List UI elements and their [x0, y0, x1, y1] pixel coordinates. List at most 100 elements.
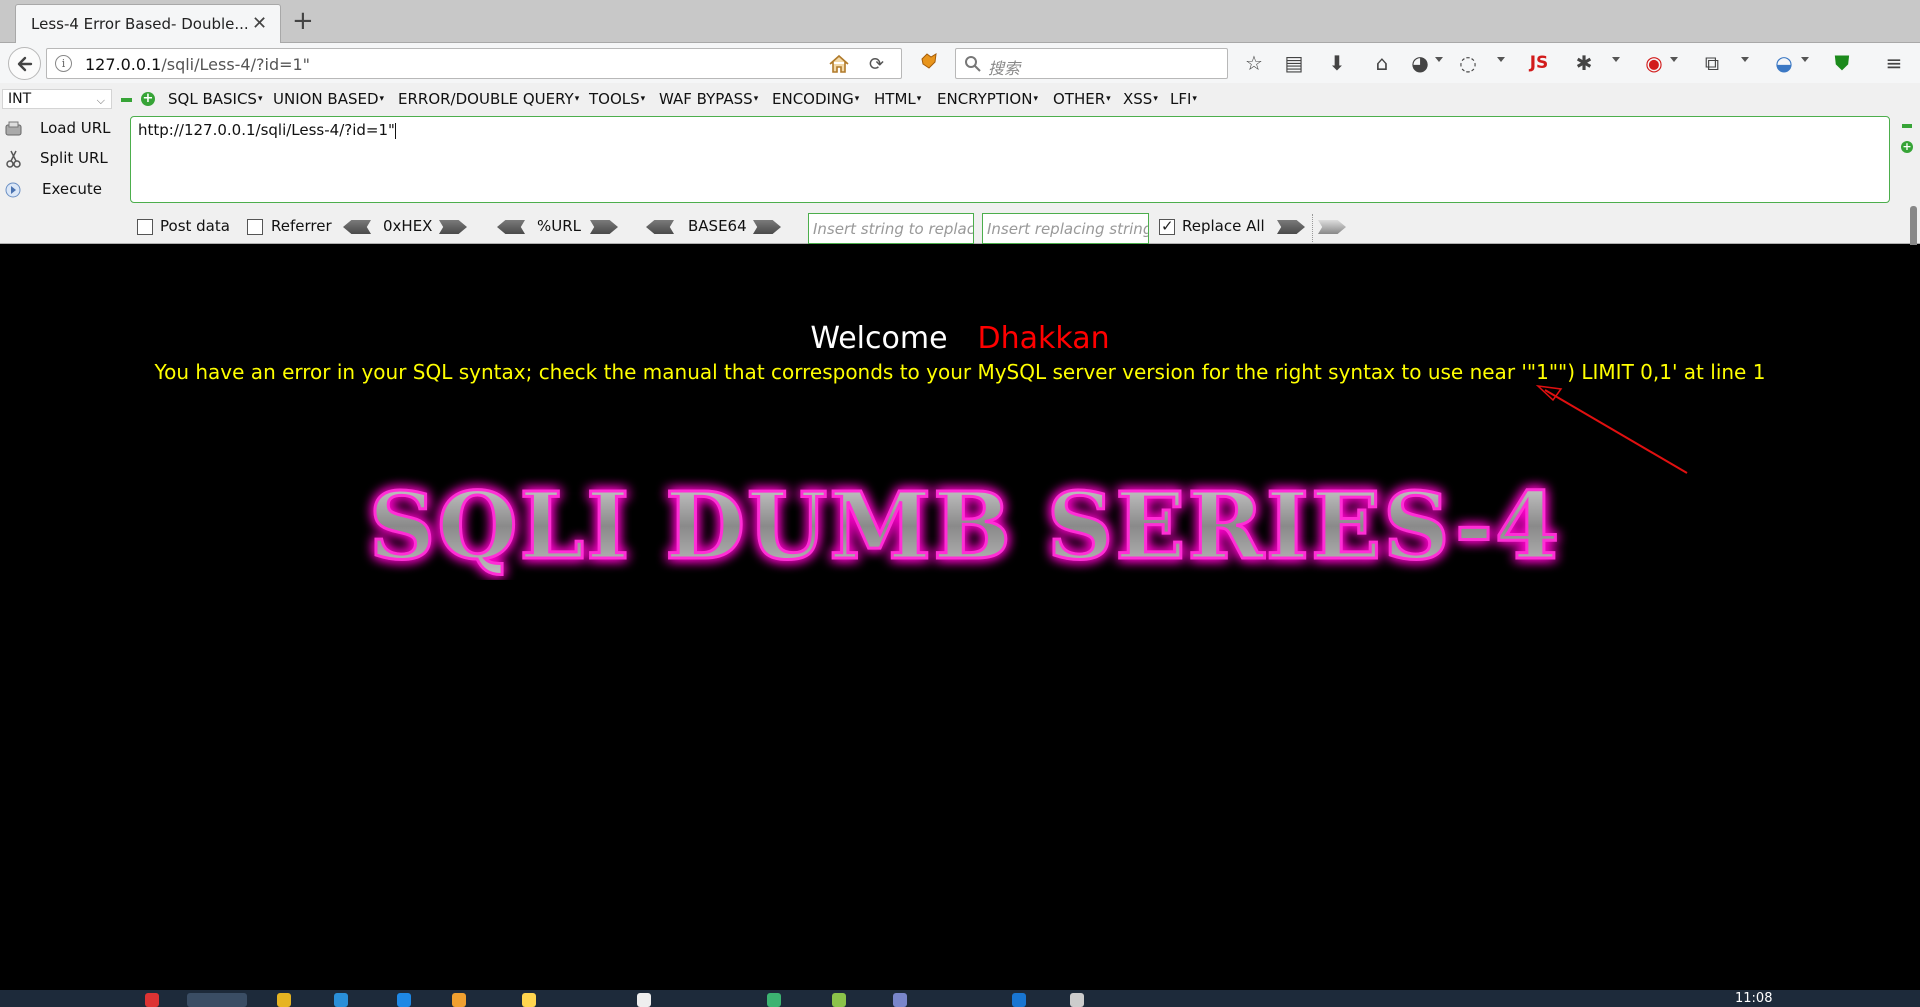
chevron-down-icon[interactable]: [1497, 57, 1505, 62]
store-icon[interactable]: [397, 993, 411, 1007]
chevron-down-icon[interactable]: [1670, 57, 1678, 62]
text-caret: [394, 122, 396, 139]
type-select-value: INT: [8, 91, 32, 107]
menu-union-based[interactable]: UNION BASED: [273, 90, 384, 108]
menu-lfi[interactable]: LFI: [1170, 90, 1197, 108]
split-url-button[interactable]: Split URL: [4, 149, 108, 168]
search-icon: [965, 56, 981, 72]
annotation-arrow-icon: [1535, 384, 1688, 474]
page-content: Welcome Dhakkan You have an error in your…: [0, 245, 1920, 990]
hex-encode-arrow-icon[interactable]: [439, 220, 467, 234]
menu-other[interactable]: OTHER: [1053, 90, 1111, 108]
hackbar-panel: INT ⌵ + SQL BASICS UNION BASED ERROR/DOU…: [0, 83, 1920, 244]
menu-xss[interactable]: XSS: [1123, 90, 1158, 108]
load-url-button[interactable]: Load URL: [4, 119, 111, 138]
firefox-task-icon[interactable]: [187, 993, 247, 1007]
chevron-down-icon[interactable]: [1435, 57, 1443, 62]
increase-icon[interactable]: +: [141, 92, 155, 106]
menu-html[interactable]: HTML: [874, 90, 921, 108]
chevron-down-icon[interactable]: [1801, 57, 1809, 62]
chevron-down-icon: ⌵: [96, 94, 105, 107]
divider: [1312, 214, 1313, 242]
menu-sql-basics[interactable]: SQL BASICS: [168, 90, 262, 108]
hackbar-options-row: Post data Referrer 0xHEX %URL BASE64 Ins…: [0, 212, 1920, 244]
ie-icon[interactable]: [334, 993, 348, 1007]
close-tab-icon[interactable]: ✕: [252, 13, 267, 34]
base64-label: BASE64: [688, 217, 747, 235]
app-icon[interactable]: [893, 993, 907, 1007]
expand-icon[interactable]: +: [1901, 141, 1913, 153]
url-textarea-text: http://127.0.0.1/sqli/Less-4/?id=1": [138, 121, 395, 139]
address-text[interactable]: 127.0.0.1/sqli/Less-4/?id=1": [85, 55, 310, 74]
browser-tab[interactable]: Less-4 Error Based- Double... ✕: [15, 4, 281, 43]
replace-all-checkbox[interactable]: [1159, 217, 1175, 235]
replace-from-input[interactable]: Insert string to replace: [808, 213, 974, 244]
sqli-dumb-series-banner: SQLI DUMB SERIES-4: [367, 471, 1561, 581]
replace-apply-arrow-icon[interactable]: [1277, 220, 1305, 234]
screenshot-icon[interactable]: ⧉: [1698, 49, 1726, 77]
base64-encode-arrow-icon[interactable]: [753, 220, 781, 234]
referrer-checkbox[interactable]: [247, 219, 263, 235]
app-icon[interactable]: [452, 993, 466, 1007]
chevron-down-icon[interactable]: [1741, 57, 1749, 62]
app-icon[interactable]: [1012, 993, 1026, 1007]
menu-encoding[interactable]: ENCODING: [772, 90, 859, 108]
banner-text: SQLI DUMB SERIES-4: [369, 472, 1561, 580]
app-icon[interactable]: [832, 993, 846, 1007]
clock: 11:08: [1735, 991, 1773, 1006]
app-icon[interactable]: [637, 993, 651, 1007]
tab-title: Less-4 Error Based- Double...: [31, 15, 249, 33]
info-icon[interactable]: i: [55, 55, 72, 72]
home-icon[interactable]: ⌂: [1368, 49, 1396, 77]
target-icon[interactable]: ◉: [1640, 49, 1668, 77]
replace-next-arrow-icon[interactable]: [1318, 220, 1346, 234]
app-icon[interactable]: [767, 993, 781, 1007]
url-path: /sqli/Less-4/?id=1": [161, 55, 311, 74]
translate-icon[interactable]: ◒: [1770, 49, 1798, 77]
execute-label: Execute: [42, 180, 102, 198]
hex-decode-arrow-icon[interactable]: [343, 220, 371, 234]
type-select[interactable]: INT ⌵: [2, 89, 112, 109]
play-icon: [5, 182, 21, 197]
js-icon[interactable]: JS: [1525, 49, 1553, 77]
menu-encryption[interactable]: ENCRYPTION: [937, 90, 1038, 108]
home-icon[interactable]: [828, 53, 850, 75]
reload-icon[interactable]: ⟳: [869, 54, 884, 75]
load-url-label: Load URL: [40, 119, 111, 137]
globe-icon[interactable]: ◕: [1406, 49, 1434, 77]
url-encode-label: %URL: [537, 217, 582, 235]
shrink-icon[interactable]: [1902, 124, 1912, 128]
folder-icon[interactable]: [277, 993, 291, 1007]
hex-label: 0xHEX: [383, 217, 433, 235]
url-encode-arrow-icon[interactable]: [590, 220, 618, 234]
menu-error-double-query[interactable]: ERROR/DOUBLE QUERY: [398, 90, 579, 108]
base64-decode-arrow-icon[interactable]: [646, 220, 674, 234]
url-host: 127.0.0.1: [85, 55, 162, 74]
menu-tools[interactable]: TOOLS: [589, 90, 645, 108]
shield-icon[interactable]: ⛊: [1828, 49, 1856, 77]
url-textarea[interactable]: http://127.0.0.1/sqli/Less-4/?id=1": [130, 116, 1890, 203]
chevron-down-icon[interactable]: [1612, 57, 1620, 62]
navigation-toolbar: i 127.0.0.1/sqli/Less-4/?id=1" ⟳ 搜索 ☆ ▤ …: [0, 43, 1920, 83]
back-button[interactable]: [8, 47, 41, 80]
decrease-icon[interactable]: [121, 98, 132, 102]
post-data-checkbox[interactable]: [137, 219, 153, 235]
bug-icon[interactable]: ✱: [1570, 49, 1598, 77]
menu-waf-bypass[interactable]: WAF BYPASS: [659, 90, 758, 108]
url-decode-arrow-icon[interactable]: [497, 220, 525, 234]
app-icon[interactable]: [522, 993, 536, 1007]
palette-icon[interactable]: ◌: [1454, 49, 1482, 77]
new-tab-icon[interactable]: +: [292, 6, 314, 36]
download-icon[interactable]: ⬇: [1323, 49, 1351, 77]
app-icon[interactable]: [1070, 993, 1084, 1007]
post-data-label: Post data: [160, 217, 230, 235]
address-bar[interactable]: i 127.0.0.1/sqli/Less-4/?id=1" ⟳: [46, 48, 902, 79]
menu-icon[interactable]: ≡: [1880, 49, 1908, 77]
search-bar[interactable]: 搜索: [955, 48, 1228, 79]
execute-button[interactable]: Execute: [4, 180, 102, 199]
fox-icon[interactable]: [919, 51, 939, 71]
reading-list-icon[interactable]: ▤: [1280, 49, 1308, 77]
chrome-icon[interactable]: [145, 993, 159, 1007]
replace-to-input[interactable]: Insert replacing string: [982, 213, 1149, 244]
star-icon[interactable]: ☆: [1240, 49, 1268, 77]
